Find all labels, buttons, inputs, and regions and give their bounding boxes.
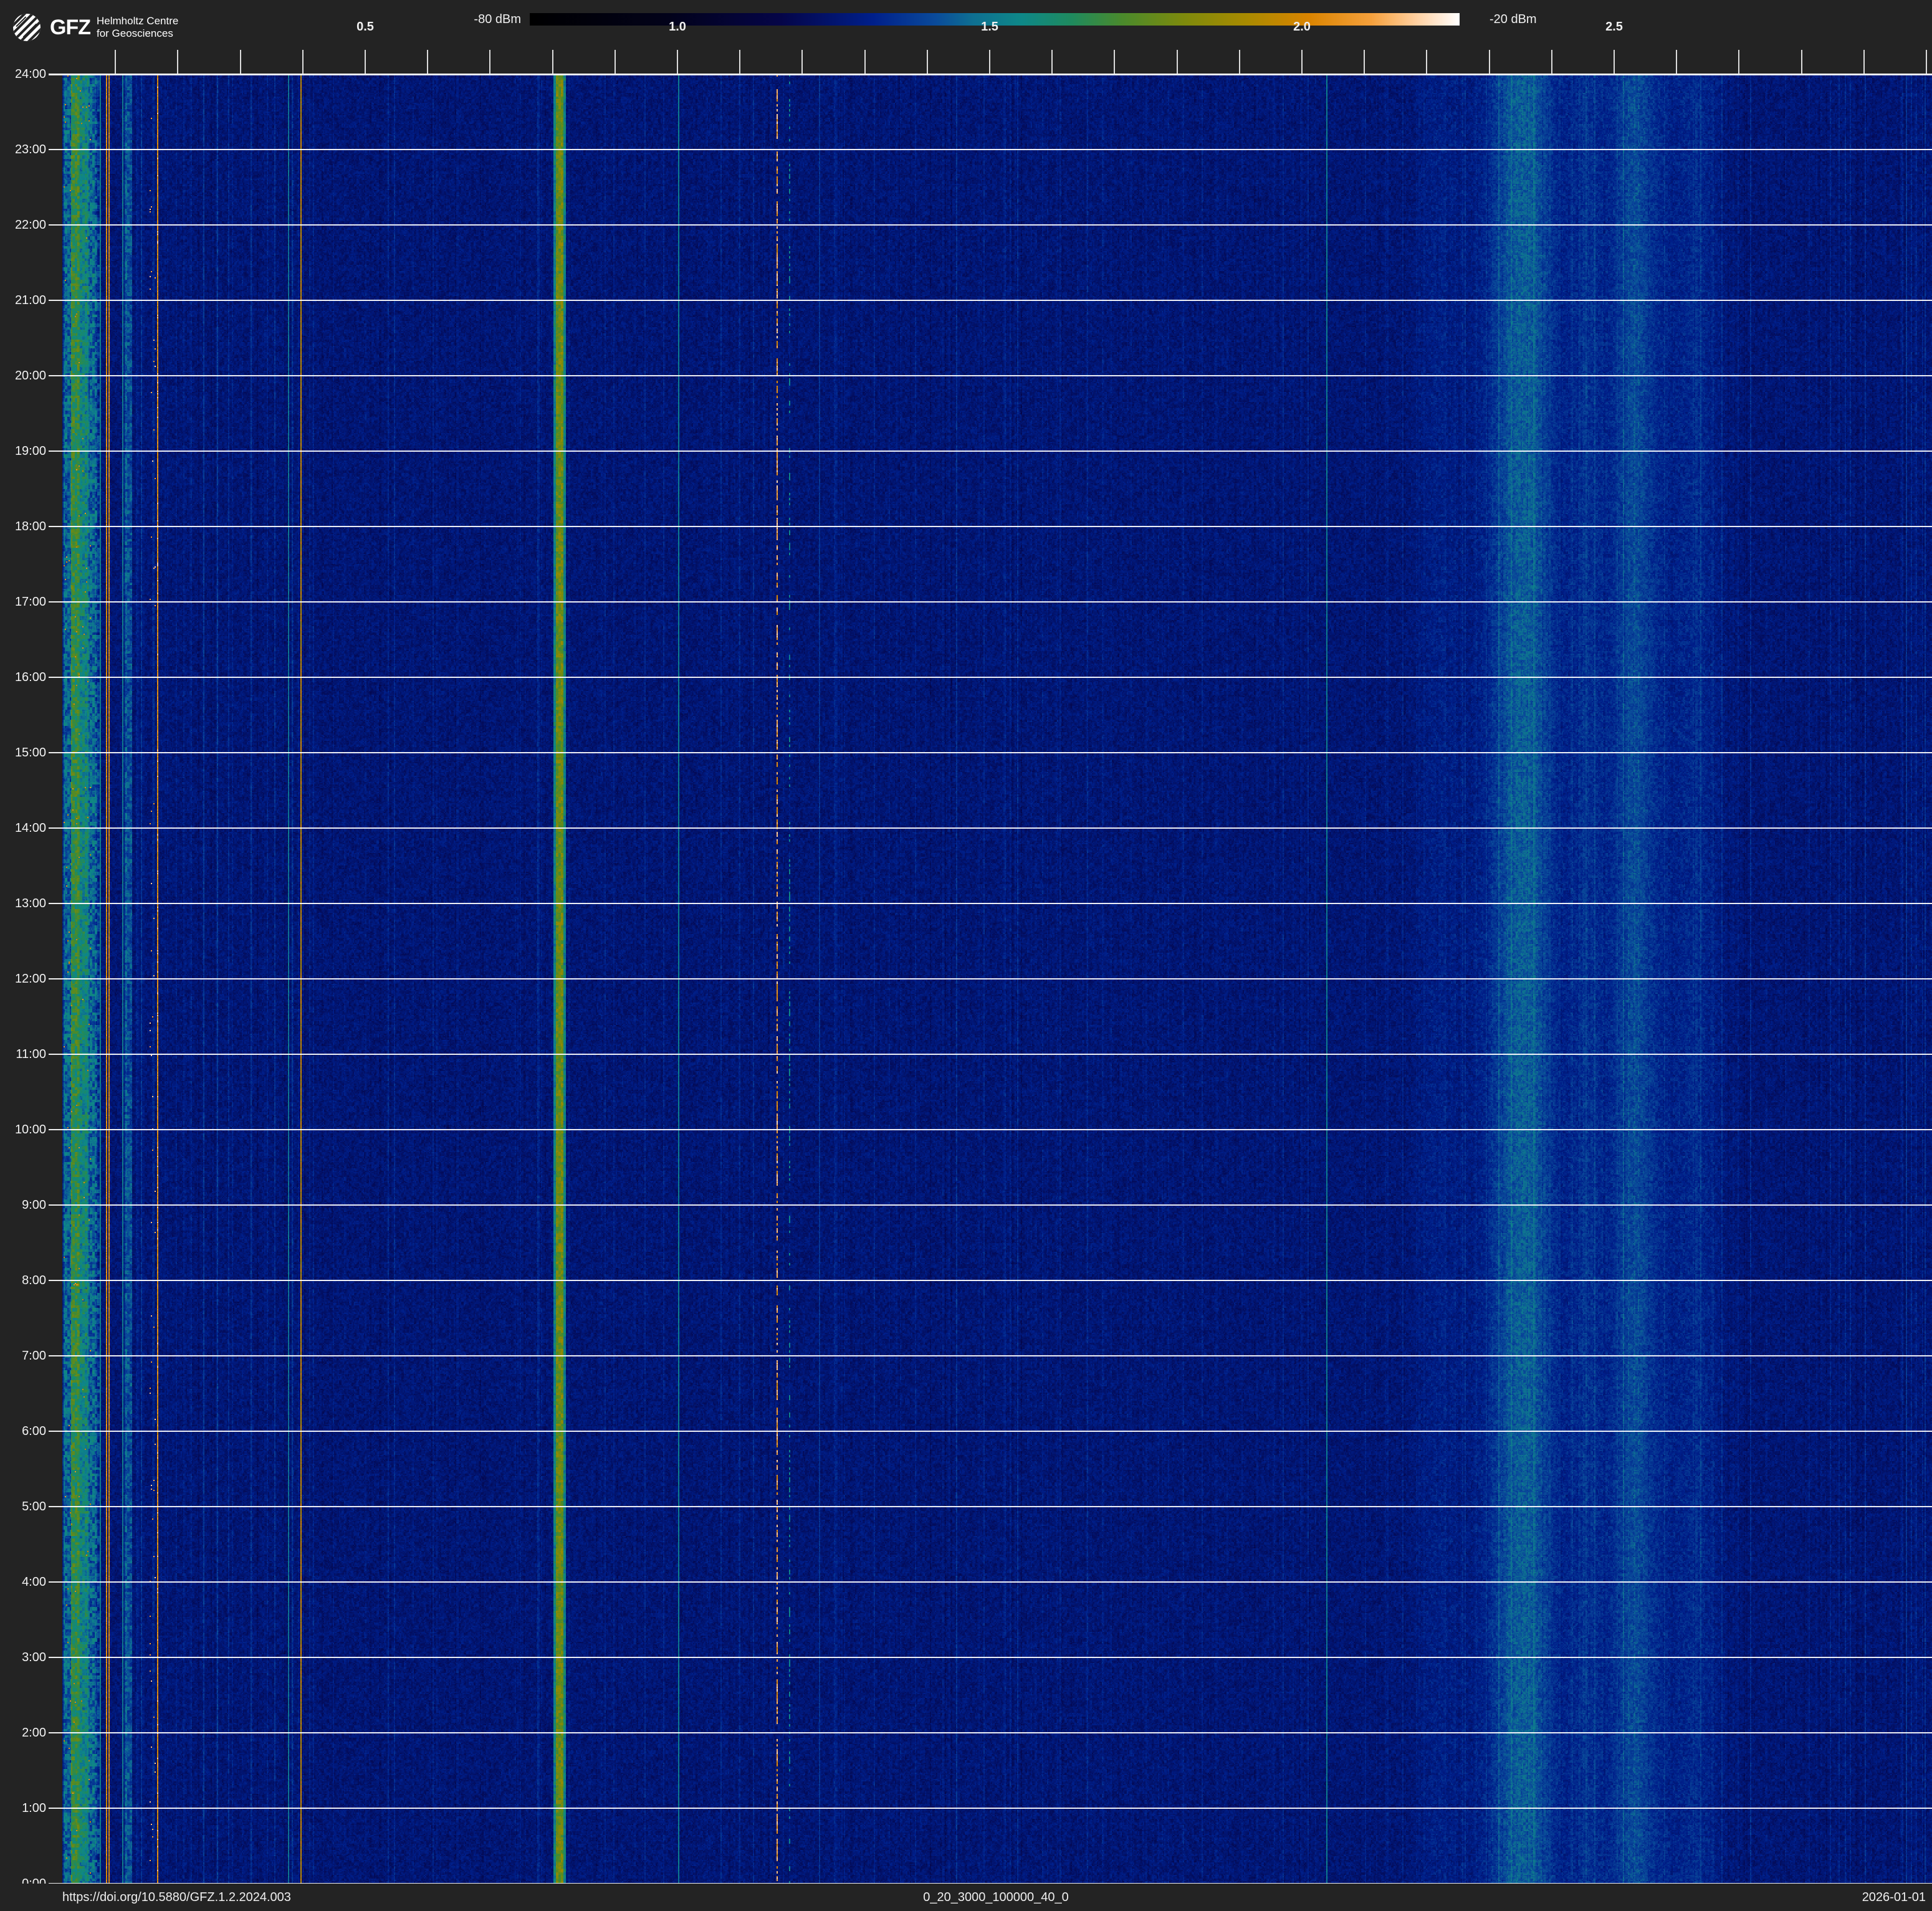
header: GFZ Helmholtz Centre for Geosciences -80… bbox=[0, 0, 1932, 74]
hour-gridline bbox=[49, 1732, 1932, 1733]
hour-gridline bbox=[49, 677, 1932, 678]
time-label: 6:00 bbox=[0, 1423, 46, 1439]
hour-gridline bbox=[49, 1129, 1932, 1130]
hour-gridline bbox=[49, 601, 1932, 603]
hour-gridline bbox=[49, 149, 1932, 150]
time-label: 16:00 bbox=[0, 669, 46, 685]
time-label: 21:00 bbox=[0, 292, 46, 308]
time-label: 5:00 bbox=[0, 1499, 46, 1515]
freq-tick bbox=[864, 50, 866, 74]
freq-tick bbox=[1738, 50, 1739, 74]
freq-tick bbox=[927, 50, 928, 74]
time-label: 14:00 bbox=[0, 820, 46, 836]
hour-gridline bbox=[49, 224, 1932, 226]
freq-tick bbox=[739, 50, 740, 74]
time-label: 1:00 bbox=[0, 1800, 46, 1816]
freq-tick bbox=[1489, 50, 1490, 74]
time-label: 24:00 bbox=[0, 66, 46, 82]
hour-gridline bbox=[49, 1657, 1932, 1658]
freq-tick bbox=[1239, 50, 1240, 74]
logo-subtitle-line1: Helmholtz Centre bbox=[97, 15, 178, 27]
time-label: 8:00 bbox=[0, 1272, 46, 1289]
hour-gridline bbox=[49, 827, 1932, 829]
time-label: 7:00 bbox=[0, 1348, 46, 1364]
freq-tick bbox=[115, 50, 116, 74]
freq-tick bbox=[302, 50, 304, 74]
freq-tick bbox=[427, 50, 428, 74]
time-label: 20:00 bbox=[0, 368, 46, 384]
hour-gridline bbox=[49, 1581, 1932, 1583]
freq-tick bbox=[552, 50, 553, 74]
hour-gridline bbox=[49, 74, 1932, 75]
logo-subtitle-line2: for Geosciences bbox=[97, 27, 173, 39]
freq-tick bbox=[677, 50, 678, 74]
time-label: 18:00 bbox=[0, 518, 46, 535]
hour-gridline bbox=[49, 1204, 1932, 1206]
freq-tick-label: 0.5 bbox=[340, 20, 390, 34]
time-label: 13:00 bbox=[0, 895, 46, 912]
colorbar-max-label: -20 dBm bbox=[1490, 13, 1537, 26]
hour-gridline bbox=[49, 752, 1932, 753]
freq-tick bbox=[1051, 50, 1053, 74]
hour-gridline bbox=[49, 903, 1932, 904]
freq-tick bbox=[365, 50, 366, 74]
freq-tick bbox=[1863, 50, 1865, 74]
freq-tick bbox=[989, 50, 990, 74]
dataset-id-text: 0_20_3000_100000_40_0 bbox=[0, 1884, 1932, 1909]
page: { "header": { "logo": { "acronym": "GFZ"… bbox=[0, 0, 1932, 1909]
freq-tick bbox=[1426, 50, 1427, 74]
time-label: 3:00 bbox=[0, 1649, 46, 1666]
time-label: 17:00 bbox=[0, 594, 46, 610]
time-label: 19:00 bbox=[0, 443, 46, 459]
freq-tick bbox=[177, 50, 178, 74]
footer: https://doi.org/10.5880/GFZ.1.2.2024.003… bbox=[0, 1884, 1932, 1909]
freq-tick bbox=[1676, 50, 1677, 74]
hour-gridline bbox=[49, 1808, 1932, 1809]
gfz-globe-icon bbox=[12, 13, 41, 42]
gfz-logo: GFZ Helmholtz Centre for Geosciences bbox=[12, 13, 178, 42]
freq-tick bbox=[1114, 50, 1115, 74]
freq-tick-label: 2.0 bbox=[1277, 20, 1327, 34]
hour-gridline bbox=[49, 1054, 1932, 1055]
freq-tick bbox=[240, 50, 241, 74]
freq-tick bbox=[1301, 50, 1303, 74]
freq-tick-label: 2.5 bbox=[1589, 20, 1639, 34]
freq-tick bbox=[1364, 50, 1365, 74]
freq-tick-label: 1.0 bbox=[653, 20, 702, 34]
freq-tick bbox=[1614, 50, 1615, 74]
time-label: 2:00 bbox=[0, 1725, 46, 1741]
colorbar-min-label: -80 dBm bbox=[436, 13, 521, 26]
hour-gridline bbox=[49, 375, 1932, 376]
time-label: 23:00 bbox=[0, 141, 46, 158]
freq-tick bbox=[615, 50, 616, 74]
date-text: 2026-01-01 bbox=[1862, 1884, 1926, 1909]
hour-gridline bbox=[49, 1431, 1932, 1432]
logo-acronym: GFZ bbox=[50, 16, 90, 40]
time-label: 10:00 bbox=[0, 1122, 46, 1138]
freq-tick bbox=[801, 50, 803, 74]
freq-tick bbox=[489, 50, 490, 74]
freq-tick bbox=[1801, 50, 1802, 74]
logo-subtitle: Helmholtz Centre for Geosciences bbox=[97, 15, 178, 40]
time-label: 22:00 bbox=[0, 217, 46, 233]
time-label: 12:00 bbox=[0, 971, 46, 987]
freq-tick-label: 1.5 bbox=[965, 20, 1015, 34]
time-label: 11:00 bbox=[0, 1046, 46, 1062]
hour-gridline bbox=[49, 300, 1932, 301]
freq-tick bbox=[1926, 50, 1927, 74]
hour-gridline bbox=[49, 450, 1932, 452]
hour-gridline bbox=[49, 1506, 1932, 1507]
time-label: 15:00 bbox=[0, 745, 46, 761]
hour-gridline bbox=[49, 1355, 1932, 1356]
hour-gridline bbox=[49, 1280, 1932, 1281]
freq-tick bbox=[1551, 50, 1552, 74]
hour-gridline bbox=[49, 526, 1932, 527]
time-label: 4:00 bbox=[0, 1574, 46, 1590]
freq-tick bbox=[1177, 50, 1178, 74]
time-label: 9:00 bbox=[0, 1197, 46, 1213]
hour-gridline bbox=[49, 978, 1932, 979]
